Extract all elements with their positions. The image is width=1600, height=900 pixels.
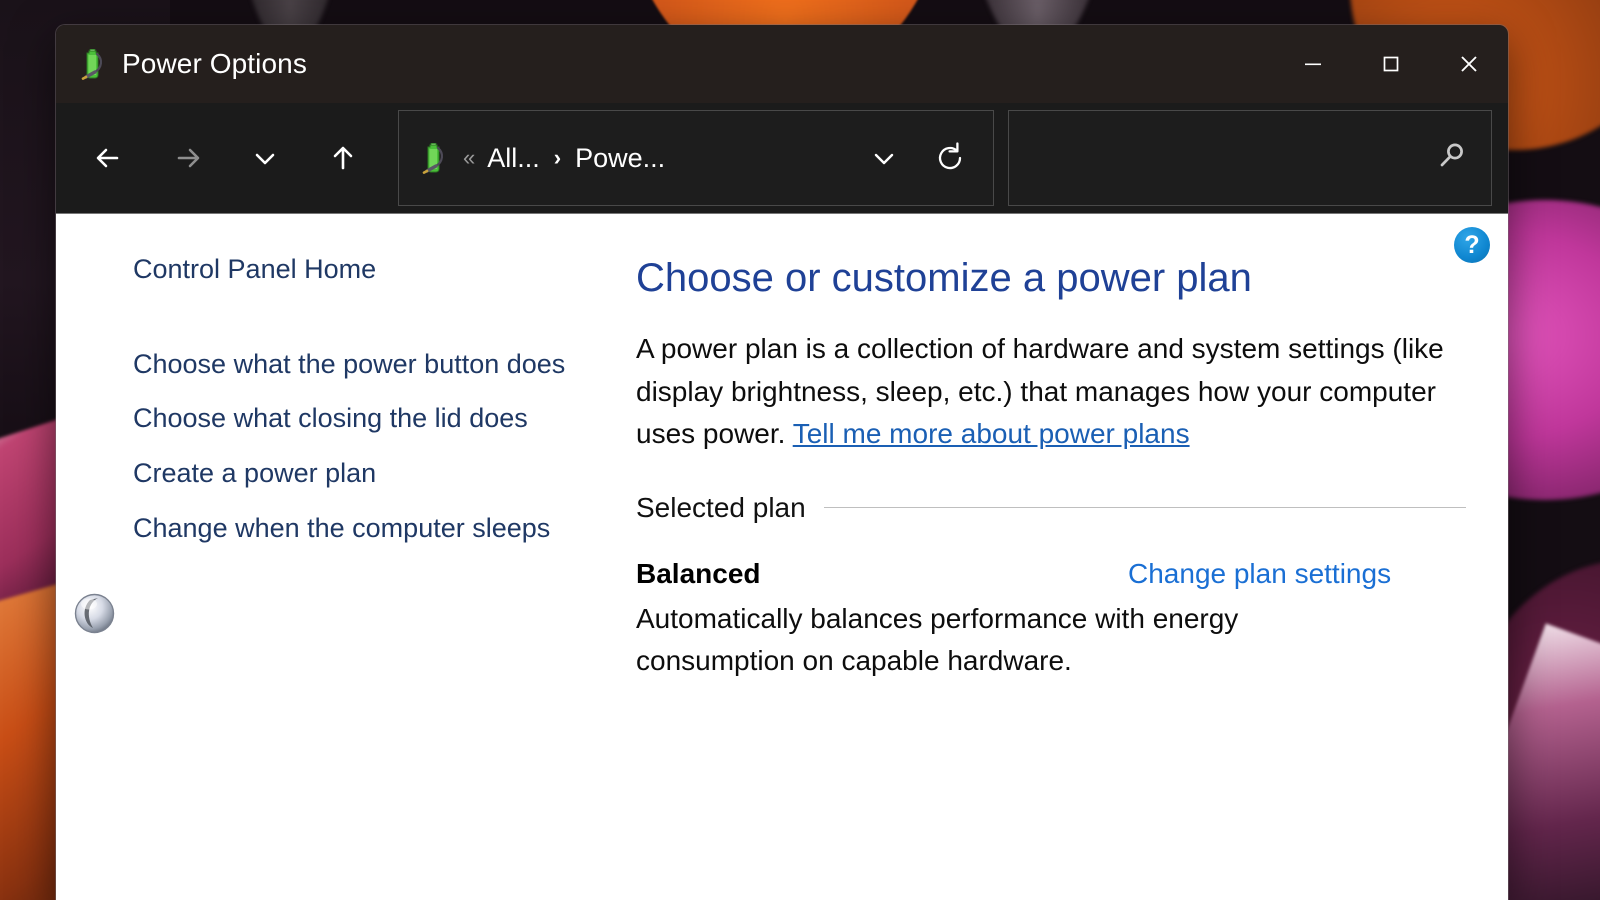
page-title: Choose or customize a power plan xyxy=(636,254,1466,302)
up-button[interactable] xyxy=(304,125,382,191)
search-icon[interactable] xyxy=(1433,138,1469,179)
search-box[interactable] xyxy=(1008,110,1492,206)
selected-plan-section-header: Selected plan xyxy=(636,492,1466,524)
sidebar: Control Panel Home Choose what the power… xyxy=(56,214,636,900)
section-divider xyxy=(824,507,1466,508)
window-title: Power Options xyxy=(122,48,307,80)
window-titlebar[interactable]: Power Options xyxy=(56,25,1508,103)
change-plan-settings-link[interactable]: Change plan settings xyxy=(1128,558,1391,590)
plan-name: Balanced xyxy=(636,558,1128,590)
address-battery-power-icon xyxy=(417,141,447,175)
forward-button[interactable] xyxy=(148,125,226,191)
sidebar-item-change-when-computer-sleeps[interactable]: Change when the computer sleeps xyxy=(56,507,616,550)
chevron-down-icon xyxy=(248,141,282,175)
search-input[interactable] xyxy=(1027,144,1433,172)
address-dropdown-button[interactable] xyxy=(851,125,917,191)
selected-plan-label: Selected plan xyxy=(636,492,806,524)
minimize-icon xyxy=(1302,53,1324,75)
chevron-down-icon xyxy=(867,141,901,175)
intro-paragraph: A power plan is a collection of hardware… xyxy=(636,328,1466,456)
minimize-button[interactable] xyxy=(1274,25,1352,103)
sidebar-item-power-button-does[interactable]: Choose what the power button does xyxy=(56,343,616,386)
main-panel: Choose or customize a power plan A power… xyxy=(636,214,1508,900)
breadcrumb-item-all[interactable]: All... xyxy=(487,143,540,174)
up-arrow-icon xyxy=(323,138,363,178)
refresh-button[interactable] xyxy=(917,125,983,191)
sidebar-item-control-panel-home[interactable]: Control Panel Home xyxy=(56,248,616,291)
close-icon xyxy=(1457,52,1481,76)
window-controls xyxy=(1274,25,1508,103)
forward-arrow-icon xyxy=(167,138,207,178)
sidebar-item-create-power-plan[interactable]: Create a power plan xyxy=(56,452,616,495)
breadcrumb-item-power-options[interactable]: Powe... xyxy=(575,143,665,174)
power-options-window: Power Options xyxy=(56,25,1508,900)
plan-description: Automatically balances performance with … xyxy=(636,598,1336,682)
tell-me-more-link[interactable]: Tell me more about power plans xyxy=(793,418,1190,449)
plan-header-row: Balanced Change plan settings xyxy=(636,558,1466,590)
navigation-toolbar: « All... › Powe... xyxy=(56,103,1508,213)
help-button[interactable]: ? xyxy=(1454,227,1490,263)
titlebar-left-group: Power Options xyxy=(56,47,307,81)
breadcrumb-overflow-chevrons[interactable]: « xyxy=(463,147,475,169)
maximize-button[interactable] xyxy=(1352,25,1430,103)
sidebar-item-closing-lid-does[interactable]: Choose what closing the lid does xyxy=(56,397,616,440)
back-arrow-icon xyxy=(89,138,129,178)
refresh-icon xyxy=(931,139,969,177)
breadcrumb-separator-icon[interactable]: › xyxy=(554,145,561,171)
address-bar[interactable]: « All... › Powe... xyxy=(398,110,994,206)
busy-orb-cursor-icon xyxy=(72,591,117,636)
recent-locations-button[interactable] xyxy=(226,125,304,191)
maximize-icon xyxy=(1380,53,1402,75)
close-button[interactable] xyxy=(1430,25,1508,103)
content-area: ? Control Panel Home Choose what the pow… xyxy=(56,213,1508,900)
battery-power-icon xyxy=(76,47,106,81)
back-button[interactable] xyxy=(70,125,148,191)
